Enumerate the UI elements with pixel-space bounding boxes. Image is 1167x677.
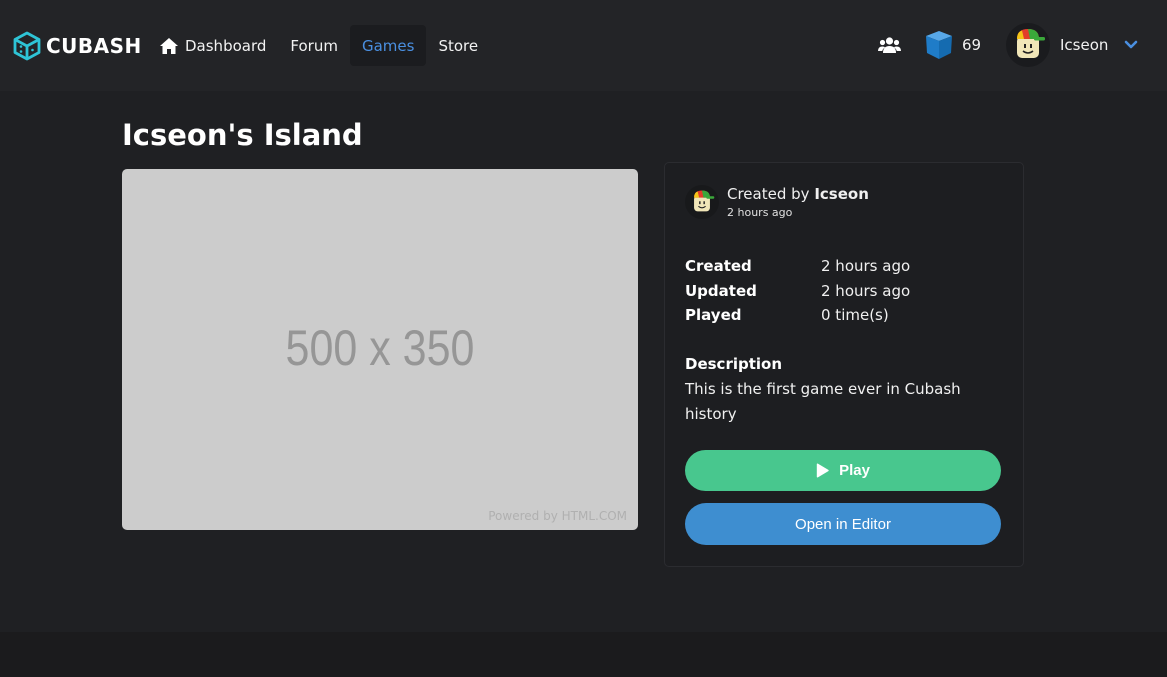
play-button[interactable]: Play — [685, 450, 1001, 491]
nav-links: Dashboard Forum Games Store — [147, 25, 490, 66]
brand-name: CUBASH — [46, 34, 142, 58]
nav-link-label: Forum — [290, 36, 338, 55]
home-icon — [160, 37, 178, 54]
stat-value: 0 time(s) — [821, 306, 889, 325]
user-menu-dropdown[interactable]: Icseon — [1006, 22, 1138, 68]
footer — [0, 632, 1167, 677]
creator-avatar-icon — [694, 190, 715, 212]
top-navbar: CUBASH Dashboard Forum Games Store 69 Ic… — [0, 0, 1167, 91]
cube-logo-icon — [13, 31, 41, 61]
description-text: This is the first game ever in Cubash hi… — [685, 380, 961, 423]
nav-link-store[interactable]: Store — [426, 25, 490, 66]
stat-label: Played — [685, 306, 742, 325]
creator-prefix: Created by — [727, 185, 810, 203]
brand-logo-link[interactable]: CUBASH — [12, 30, 142, 62]
currency-balance[interactable]: 69 — [925, 30, 981, 60]
thumbnail-powered-by: Powered by HTML.COM — [488, 509, 627, 523]
play-button-label: Play — [839, 462, 870, 479]
open-in-editor-button[interactable]: Open in Editor — [685, 503, 1001, 545]
blue-cube-currency-icon — [926, 31, 952, 59]
stat-row-created: Created 2 hours ago — [685, 254, 910, 279]
open-in-editor-label: Open in Editor — [795, 515, 891, 533]
currency-amount: 69 — [962, 36, 982, 54]
creator-text: Created by Icseon 2 hours ago — [727, 185, 869, 219]
page-title: Icseon's Island — [122, 118, 363, 152]
nav-link-label: Store — [438, 36, 479, 55]
chevron-down-icon — [1125, 40, 1138, 49]
stat-label: Created — [685, 257, 752, 276]
description-label: Description — [685, 355, 783, 373]
thumbnail-placeholder-text: 500 x 350 — [285, 320, 475, 376]
game-info-card: Created by Icseon 2 hours ago Created 2 … — [664, 162, 1024, 567]
creator-info: Created by Icseon 2 hours ago — [685, 185, 869, 219]
nav-link-dashboard[interactable]: Dashboard — [147, 25, 278, 66]
nav-link-games[interactable]: Games — [349, 25, 427, 66]
creator-avatar[interactable] — [685, 185, 719, 219]
play-icon — [816, 463, 829, 478]
creator-line: Created by Icseon — [727, 185, 869, 203]
nav-link-label: Games — [361, 36, 415, 55]
avatar — [1006, 23, 1050, 67]
stat-label: Updated — [685, 281, 757, 300]
stat-row-updated: Updated 2 hours ago — [685, 279, 910, 304]
game-thumbnail: 500 x 350 Powered by HTML.COM — [122, 169, 638, 530]
nav-link-forum[interactable]: Forum — [278, 25, 350, 66]
username: Icseon — [1060, 36, 1109, 54]
description-block: Description This is the first game ever … — [685, 352, 985, 427]
stat-row-played: Played 0 time(s) — [685, 303, 910, 328]
creator-name-link[interactable]: Icseon — [814, 185, 869, 203]
creator-time: 2 hours ago — [727, 206, 793, 219]
avatar-icon — [1017, 29, 1045, 58]
game-stats: Created 2 hours ago Updated 2 hours ago … — [685, 254, 910, 328]
friends-icon[interactable] — [878, 36, 901, 54]
stat-value: 2 hours ago — [821, 281, 911, 300]
nav-link-label: Dashboard — [185, 36, 267, 55]
stat-value: 2 hours ago — [821, 257, 911, 276]
